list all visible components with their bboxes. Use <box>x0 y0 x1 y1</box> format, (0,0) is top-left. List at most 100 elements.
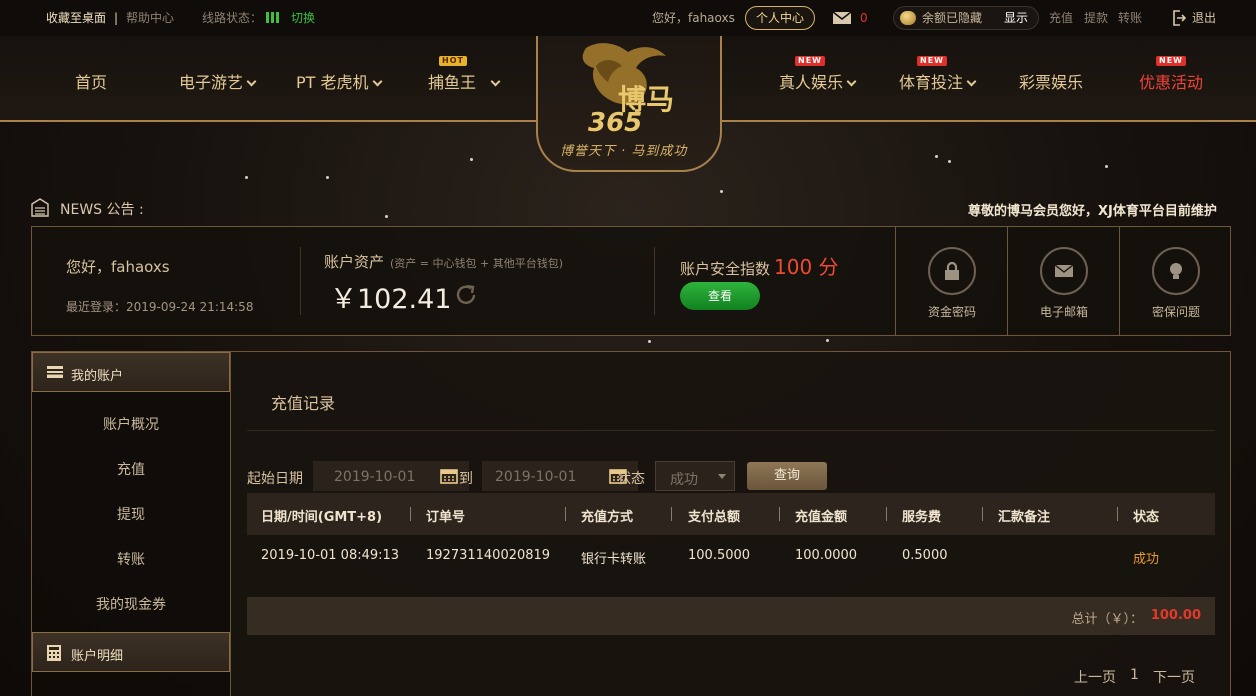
transfer-link[interactable]: 转账 <box>1118 0 1142 36</box>
site-logo[interactable]: 博马 365 博誉天下 · 马到成功 <box>536 36 722 172</box>
withdraw-link[interactable]: 提款 <box>1084 0 1108 36</box>
deposit-link[interactable]: 充值 <box>1049 0 1073 36</box>
column-separator <box>410 507 411 521</box>
view-security-button[interactable]: 查看 <box>680 282 760 310</box>
col-remark: 汇款备注 <box>998 510 1051 525</box>
security-question-label: 密保问题 <box>1151 305 1200 319</box>
col-method: 充值方式 <box>581 510 634 525</box>
add-to-desktop-link[interactable]: 收藏至桌面 <box>46 0 106 36</box>
cell-method: 银行卡转账 <box>581 552 647 567</box>
end-date-input[interactable]: 2019-10-01 <box>482 461 638 491</box>
chevron-down-icon <box>490 76 501 87</box>
mail-icon[interactable] <box>832 11 852 28</box>
news-marquee[interactable]: 尊敬的博马会员您好，XJ体育平台目前维护 <box>968 200 1230 219</box>
sidebar-account-details[interactable]: 账户明细 <box>32 632 230 672</box>
status-select-value: 成功 <box>670 472 698 488</box>
sidebar-item-coupons[interactable]: 我的现金券 <box>32 594 230 614</box>
asset-title-text: 账户资产 <box>324 253 385 271</box>
lock-icon <box>928 247 976 295</box>
sidebar-my-account[interactable]: 我的账户 <box>32 352 230 392</box>
status-select[interactable]: 成功 <box>655 461 735 491</box>
notice-icon <box>30 198 50 221</box>
calculator-icon <box>47 645 61 664</box>
news-label: NEWS 公告 : <box>60 202 144 218</box>
new-badge: NEW <box>795 56 825 66</box>
table-header: 日期/时间(GMT+8) 订单号 充值方式 支付总额 充值金额 服务费 汇款备注… <box>247 493 1215 535</box>
switch-line-link[interactable]: 切换 <box>291 0 315 36</box>
page-number[interactable]: 1 <box>1130 667 1139 683</box>
show-balance-button[interactable]: 显示 <box>1004 7 1028 29</box>
nav-live[interactable]: 真人娱乐 <box>779 69 857 93</box>
cell-amount: 100.0000 <box>795 548 858 563</box>
start-date-value: 2019-10-01 <box>334 469 416 485</box>
user-center-button[interactable]: 个人中心 <box>745 6 816 30</box>
total-row: 总计（￥）： 100.00 <box>247 597 1215 635</box>
calendar-icon <box>440 469 458 484</box>
sidebar-item-overview[interactable]: 账户概况 <box>32 414 230 434</box>
logo-number: 365 <box>588 108 643 138</box>
query-button[interactable]: 查询 <box>747 462 827 490</box>
nav-pt-slots-label: PT 老虎机 <box>296 73 369 92</box>
help-center-link[interactable]: 帮助中心 <box>126 0 174 36</box>
nav-home[interactable]: 首页 <box>75 69 107 93</box>
column-separator <box>779 507 780 521</box>
lightbulb-icon <box>1152 247 1200 295</box>
nav-egames[interactable]: 电子游艺 <box>179 69 257 93</box>
security-title-text: 账户安全指数 <box>680 260 771 278</box>
signal-bars-icon <box>266 12 281 26</box>
divider <box>654 247 655 315</box>
logout-icon[interactable] <box>1172 10 1187 29</box>
nav-sports[interactable]: 体育投注 <box>899 69 977 93</box>
prev-page-button[interactable]: 上一页 <box>1074 667 1116 687</box>
sidebar-item-withdraw[interactable]: 提现 <box>32 504 230 524</box>
nav-sports-label: 体育投注 <box>899 73 964 92</box>
refresh-icon[interactable] <box>454 283 478 310</box>
email-card[interactable]: 电子邮箱 <box>1007 227 1119 335</box>
chevron-down-icon <box>372 76 382 87</box>
news-bar: NEWS 公告 : 尊敬的博马会员您好，XJ体育平台目前维护 <box>30 198 1230 221</box>
mail-count: 0 <box>860 11 868 25</box>
next-page-button[interactable]: 下一页 <box>1153 667 1195 687</box>
cell-order-no: 192731140020819 <box>426 548 551 563</box>
card-icon <box>47 365 63 382</box>
nav-fishing[interactable]: 捕鱼王 <box>428 69 501 93</box>
asset-title: 账户资产 (资产 = 中心钱包 + 其他平台钱包) <box>324 251 563 272</box>
new-badge: NEW <box>917 56 947 66</box>
nav-egames-label: 电子游艺 <box>179 73 244 92</box>
security-title: 账户安全指数 100 分 <box>680 251 839 280</box>
nav-pt-slots[interactable]: PT 老虎机 <box>296 69 382 93</box>
column-separator <box>565 507 566 521</box>
sidebar-item-transfer[interactable]: 转账 <box>32 549 230 569</box>
col-fee: 服务费 <box>902 510 942 525</box>
balance-hidden-text: 余额已隐藏 <box>922 11 983 25</box>
logout-link[interactable]: 退出 <box>1192 0 1216 36</box>
security-question-card[interactable]: 密保问题 <box>1119 227 1231 335</box>
last-login: 最近登录：2019-09-24 21:14:58 <box>66 300 254 314</box>
cell-status: 成功 <box>1133 552 1160 567</box>
sidebar: 我的账户 账户概况 充值 提现 转账 我的现金券 账户明细 <box>31 351 231 696</box>
column-separator <box>1117 507 1118 521</box>
fund-password-card[interactable]: 资金密码 <box>895 227 1007 335</box>
new-badge: NEW <box>1156 56 1186 66</box>
chevron-down-icon <box>846 76 857 87</box>
col-total-paid: 支付总额 <box>688 510 741 525</box>
sidebar-item-deposit[interactable]: 充值 <box>32 459 230 479</box>
col-status: 状态 <box>1133 510 1160 525</box>
coin-icon <box>900 11 916 25</box>
total-label: 总计（￥）： <box>1071 612 1143 627</box>
sidebar-account-details-label: 账户明细 <box>71 649 124 664</box>
cell-total-paid: 100.5000 <box>688 548 751 563</box>
hot-badge: HOT <box>439 56 467 66</box>
account-summary: 您好，fahaoxs 最近登录：2019-09-24 21:14:58 账户资产… <box>31 226 1231 336</box>
status-label: 状态 <box>617 471 645 487</box>
caret-down-icon <box>718 474 726 479</box>
start-date-input[interactable]: 2019-10-01 <box>313 461 469 491</box>
security-score: 100 分 <box>774 255 839 279</box>
column-separator <box>671 507 672 521</box>
separator: | <box>114 11 119 25</box>
nav-promotions[interactable]: 优惠活动 <box>1139 69 1203 93</box>
nav-lottery[interactable]: 彩票娱乐 <box>1019 69 1083 93</box>
account-greeting: 您好，fahaoxs <box>66 258 170 276</box>
fund-password-label: 资金密码 <box>927 305 976 319</box>
to-label: 到 <box>459 471 473 487</box>
